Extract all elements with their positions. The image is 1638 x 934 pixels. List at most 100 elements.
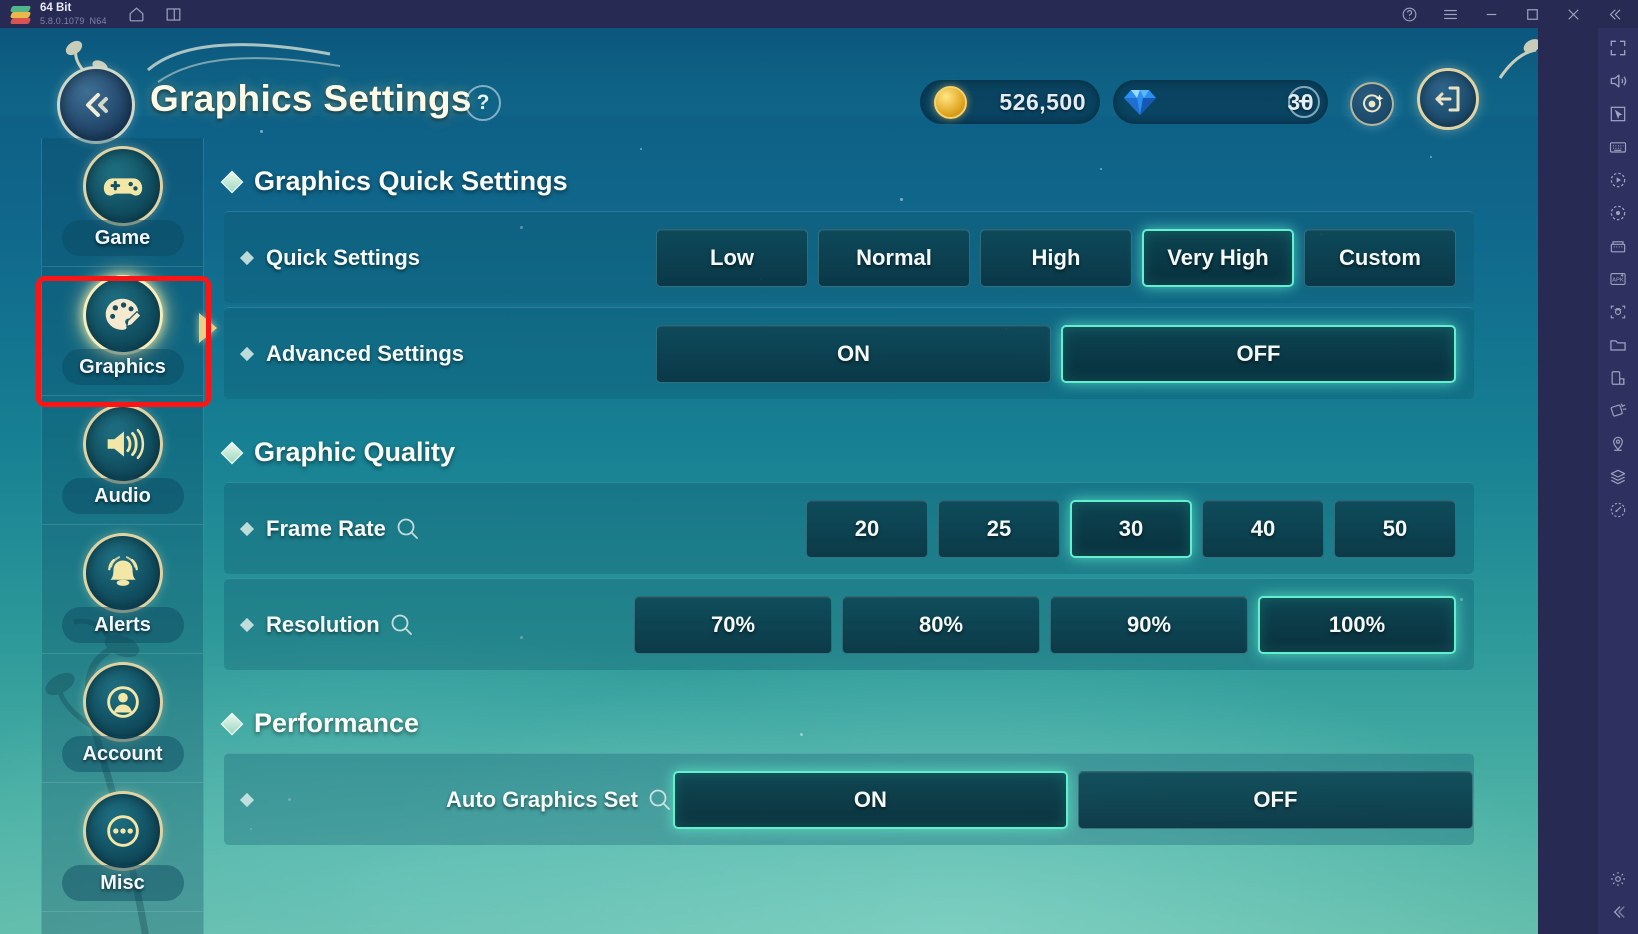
gold-currency[interactable]: 526,500 <box>920 80 1100 124</box>
section-header-graphic-quality: Graphic Quality <box>220 437 1498 468</box>
option-fps-30[interactable]: 30 <box>1070 499 1192 558</box>
option-high[interactable]: High <box>980 228 1132 287</box>
setting-row-advanced-settings: Advanced Settings ON OFF <box>224 307 1474 399</box>
sidebar-item-account[interactable]: Account <box>42 654 203 783</box>
nav-label-pill: Graphics <box>61 349 184 385</box>
row-bullet-icon <box>239 250 255 265</box>
nav-disc <box>82 533 163 613</box>
maximize-icon[interactable] <box>1523 5 1542 24</box>
nav-disc <box>82 404 163 484</box>
add-gems-button[interactable]: + <box>1288 86 1320 118</box>
sidebar-item-graphics[interactable]: Graphics <box>42 267 217 396</box>
rotate-icon[interactable] <box>1608 401 1628 421</box>
setting-label: Resolution <box>266 611 380 637</box>
option-group: ON OFF <box>656 324 1456 383</box>
option-fps-50[interactable]: 50 <box>1334 499 1456 558</box>
option-res-80[interactable]: 80% <box>842 595 1040 654</box>
collapse-rail-icon[interactable] <box>1608 902 1628 922</box>
setting-label: Auto Graphics Set <box>446 786 638 812</box>
option-fps-40[interactable]: 40 <box>1202 499 1324 558</box>
gem-currency[interactable]: 30 + <box>1113 80 1328 124</box>
settings-icon[interactable] <box>1608 869 1628 889</box>
volume-icon[interactable] <box>1608 71 1628 91</box>
orbit-icon <box>1363 94 1384 113</box>
option-group: 70% 80% 90% 100% <box>634 595 1456 654</box>
row-label-group: Frame Rate <box>239 516 421 542</box>
option-advanced-off[interactable]: OFF <box>1061 324 1456 383</box>
row-label-group: Advanced Settings <box>239 340 465 367</box>
multi-instance-manager-icon[interactable] <box>1608 236 1628 256</box>
sidebar-item-audio[interactable]: Audio <box>42 396 203 525</box>
option-group: ON OFF <box>672 770 1473 829</box>
option-res-70[interactable]: 70% <box>634 595 832 654</box>
row-label-group: Quick Settings <box>239 244 421 271</box>
back-arrow-icon <box>86 93 108 117</box>
option-res-100[interactable]: 100% <box>1258 595 1456 654</box>
layers-icon[interactable] <box>1608 467 1628 487</box>
folder-icon[interactable] <box>1608 335 1628 355</box>
option-auto-graphics-on[interactable]: ON <box>672 770 1068 829</box>
pointer-icon[interactable] <box>1608 104 1628 124</box>
macro-record-icon[interactable] <box>1608 203 1628 223</box>
sidebar-item-label: Alerts <box>94 613 151 636</box>
option-very-high[interactable]: Very High <box>1142 228 1294 287</box>
setting-label: Advanced Settings <box>266 340 465 366</box>
fullscreen-icon[interactable] <box>1608 38 1628 58</box>
nav-label-pill: Alerts <box>61 607 184 643</box>
app-name: 64 Bit <box>40 1 72 14</box>
keyboard-icon[interactable] <box>1608 137 1628 157</box>
sidebar-item-game[interactable]: Game <box>42 138 203 267</box>
option-fps-25[interactable]: 25 <box>938 499 1060 558</box>
speaker-icon <box>107 428 144 460</box>
section-diamond-icon <box>220 170 244 193</box>
settings-sidebar: Game Graphics Audio Alerts Account Misc <box>41 138 217 934</box>
back-button[interactable] <box>57 66 135 144</box>
help-icon[interactable] <box>1400 5 1419 24</box>
section-diamond-icon <box>220 712 244 735</box>
person-icon <box>106 686 139 718</box>
option-advanced-on[interactable]: ON <box>656 324 1051 383</box>
macro-play-icon[interactable] <box>1608 170 1628 190</box>
section-title: Performance <box>254 708 420 738</box>
orbit-button[interactable] <box>1350 82 1394 126</box>
settings-content: Graphics Quick Settings Quick Settings L… <box>204 138 1498 934</box>
exit-button[interactable] <box>1417 68 1479 130</box>
sidebar-item-label: Misc <box>100 871 145 894</box>
location-icon[interactable] <box>1608 434 1628 454</box>
performance-icon[interactable] <box>1608 500 1628 520</box>
app-title-group: 64 Bit 5.8.0.1079 N64 <box>40 2 107 27</box>
close-icon[interactable] <box>1564 5 1583 24</box>
diamond-gem-icon <box>1124 90 1156 115</box>
sidebar-item-alerts[interactable]: Alerts <box>42 525 203 654</box>
screenshot-icon[interactable] <box>1608 302 1628 322</box>
option-auto-graphics-off[interactable]: OFF <box>1077 770 1473 829</box>
help-button[interactable]: ? <box>465 85 501 121</box>
magnifier-info-icon[interactable] <box>389 612 415 638</box>
magnifier-info-icon[interactable] <box>647 787 673 813</box>
setting-label: Quick Settings <box>266 244 421 270</box>
menu-icon[interactable] <box>1441 5 1460 24</box>
section-diamond-icon <box>220 441 244 464</box>
multi-instance-icon[interactable] <box>164 5 183 24</box>
sidebar-item-label: Game <box>94 226 151 249</box>
magnifier-info-icon[interactable] <box>395 516 421 542</box>
minimize-icon[interactable] <box>1482 5 1501 24</box>
nav-label-pill: Account <box>61 736 184 772</box>
gold-coin-icon <box>934 86 967 119</box>
sidebar-item-label: Account <box>82 742 163 765</box>
section-header-performance: Performance <box>220 708 1498 739</box>
apk-install-icon[interactable]: APK <box>1608 269 1628 289</box>
option-normal[interactable]: Normal <box>818 228 970 287</box>
app-logo-icon <box>9 3 32 25</box>
sidebar-item-misc[interactable]: Misc <box>42 783 203 912</box>
app-version: 5.8.0.1079 N64 <box>40 15 107 26</box>
copy-to-phone-icon[interactable] <box>1608 368 1628 388</box>
row-bullet-icon <box>239 792 255 807</box>
option-custom[interactable]: Custom <box>1304 228 1456 287</box>
option-fps-20[interactable]: 20 <box>806 499 928 558</box>
home-icon[interactable] <box>127 5 146 24</box>
option-low[interactable]: Low <box>656 228 808 287</box>
collapse-icon[interactable] <box>1605 5 1624 24</box>
option-res-90[interactable]: 90% <box>1050 595 1248 654</box>
section-title: Graphics Quick Settings <box>254 166 568 196</box>
